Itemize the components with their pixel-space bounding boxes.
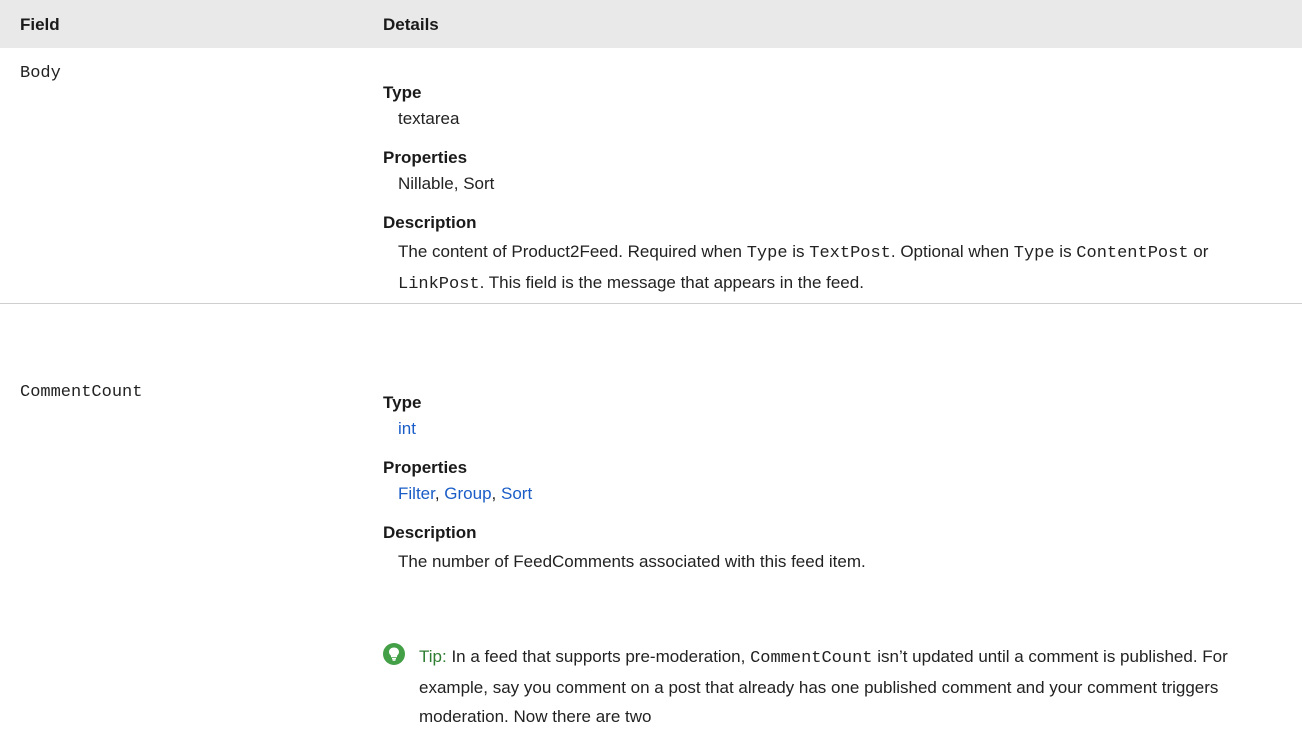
separator: ,: [434, 484, 445, 503]
properties-label: Properties: [383, 148, 468, 167]
tip-fragment: In a feed that supports pre-moderation,: [446, 647, 751, 666]
code-linkpost: LinkPost: [398, 275, 480, 294]
column-header-field: Field: [20, 15, 60, 34]
column-header-details: Details: [383, 15, 439, 34]
type-value: textarea: [398, 109, 460, 128]
description-label: Description: [383, 213, 477, 232]
description-text: The number of FeedComments associated wi…: [398, 552, 866, 571]
code-commentcount: CommentCount: [750, 649, 873, 668]
code-contentpost: ContentPost: [1076, 244, 1189, 263]
field-name-body: Body: [20, 64, 61, 83]
description-fragment: . This field is the message that appears…: [479, 273, 864, 292]
description-fragment: is: [1054, 242, 1077, 261]
property-link-filter[interactable]: Filter: [398, 484, 435, 503]
property-link-group[interactable]: Group: [444, 484, 491, 503]
type-group: Type textarea: [383, 82, 1283, 130]
properties-label: Properties: [383, 458, 468, 477]
description-group: Description The number of FeedComments a…: [383, 522, 1283, 576]
description-text: The content of Product2Feed. Required wh…: [398, 237, 1283, 299]
tip-label: Tip:: [419, 647, 447, 666]
lightbulb-icon: [383, 643, 405, 665]
properties-value: Nillable, Sort: [398, 174, 495, 193]
code-textpost: TextPost: [809, 244, 891, 263]
code-type: Type: [1013, 244, 1055, 263]
description-fragment: . Optional when: [890, 242, 1014, 261]
properties-group: Properties Filter, Group, Sort: [383, 457, 1283, 505]
description-label: Description: [383, 523, 477, 542]
row-divider: [0, 303, 1302, 304]
description-group: Description The content of Product2Feed.…: [383, 212, 1283, 299]
type-link-int[interactable]: int: [398, 419, 416, 438]
field-details-commentcount: Type int Properties Filter, Group, Sort …: [383, 392, 1283, 593]
description-fragment: is: [787, 242, 810, 261]
code-type: Type: [746, 244, 788, 263]
separator: ,: [491, 484, 501, 503]
type-label: Type: [383, 393, 422, 412]
field-name-commentcount: CommentCount: [20, 383, 143, 402]
type-label: Type: [383, 83, 422, 102]
property-link-sort[interactable]: Sort: [501, 484, 532, 503]
field-details-body: Type textarea Properties Nillable, Sort …: [383, 82, 1283, 316]
properties-links: Filter, Group, Sort: [398, 483, 1283, 505]
table-header: Field Details: [0, 0, 1302, 48]
tip-text: Tip: In a feed that supports pre-moderat…: [419, 642, 1283, 731]
type-group: Type int: [383, 392, 1283, 440]
type-value-link: int: [398, 418, 1283, 440]
description-fragment: or: [1188, 242, 1209, 261]
description-fragment: The content of Product2Feed. Required wh…: [398, 242, 747, 261]
tip-callout: Tip: In a feed that supports pre-moderat…: [383, 642, 1283, 731]
properties-group: Properties Nillable, Sort: [383, 147, 1283, 195]
